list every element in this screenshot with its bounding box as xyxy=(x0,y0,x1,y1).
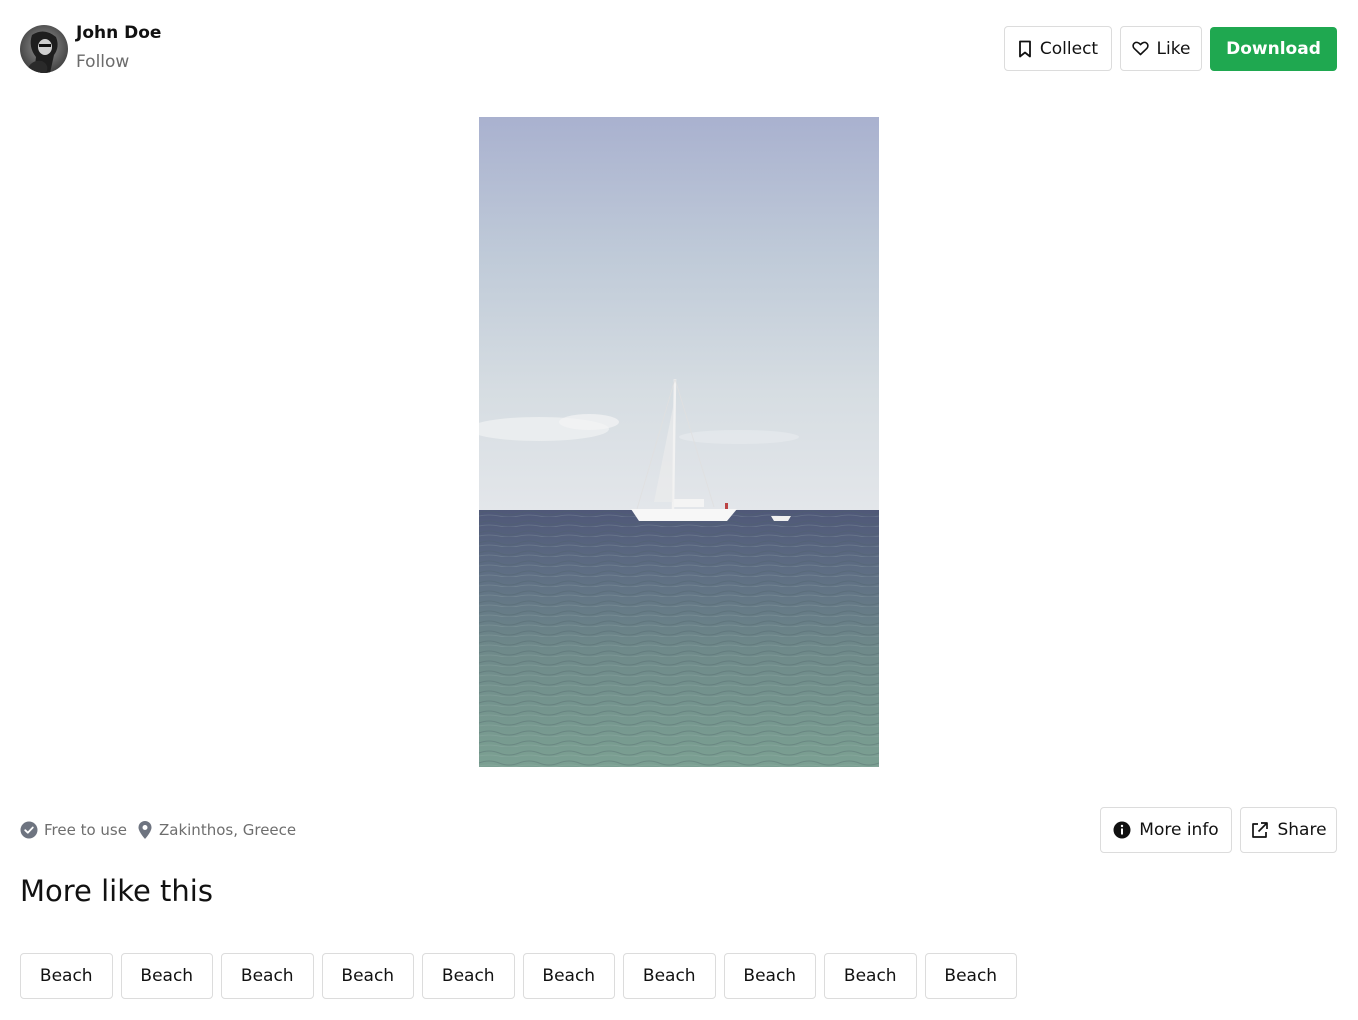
main-photo[interactable] xyxy=(479,117,879,767)
section-title: More like this xyxy=(20,874,213,908)
location-pin-icon xyxy=(138,821,152,839)
heart-icon xyxy=(1131,41,1149,56)
collect-button[interactable]: Collect xyxy=(1004,26,1112,71)
license-info: Free to use xyxy=(20,821,127,839)
location-info: Zakinthos, Greece xyxy=(137,820,296,840)
license-label[interactable]: Free to use xyxy=(44,821,127,839)
tag-button[interactable]: Beach xyxy=(924,953,1017,999)
tag-button[interactable]: Beach xyxy=(824,953,917,999)
follow-button[interactable]: Follow xyxy=(76,52,129,72)
info-icon xyxy=(1113,821,1131,839)
like-button[interactable]: Like xyxy=(1120,26,1202,71)
more-info-button[interactable]: More info xyxy=(1100,807,1232,853)
collect-label: Collect xyxy=(1039,38,1099,59)
tag-button[interactable]: Beach xyxy=(623,953,716,999)
location-label[interactable]: Zakinthos, Greece xyxy=(159,821,296,839)
photo-meta: Free to use Zakinthos, Greece xyxy=(20,818,296,842)
author-name[interactable]: John Doe xyxy=(76,23,161,43)
share-label: Share xyxy=(1277,820,1327,840)
tag-button[interactable]: Beach xyxy=(221,953,314,999)
more-info-label: More info xyxy=(1139,820,1219,840)
like-label: Like xyxy=(1156,38,1191,59)
photo-header: John Doe Follow Collect Like Download xyxy=(0,0,1358,100)
share-button[interactable]: Share xyxy=(1240,807,1337,853)
external-link-icon xyxy=(1252,821,1269,838)
download-button[interactable]: Download xyxy=(1210,27,1337,71)
tag-button[interactable]: Beach xyxy=(522,953,615,999)
tag-button[interactable]: Beach xyxy=(20,953,113,999)
tag-button[interactable]: Beach xyxy=(321,953,414,999)
tag-button[interactable]: Beach xyxy=(723,953,816,999)
check-badge-icon xyxy=(20,821,38,839)
tag-button[interactable]: Beach xyxy=(120,953,213,999)
author-avatar[interactable] xyxy=(20,25,68,73)
related-tags: Beach Beach Beach Beach Beach Beach Beac… xyxy=(20,953,1017,999)
bookmark-icon xyxy=(1018,40,1031,57)
tag-button[interactable]: Beach xyxy=(422,953,515,999)
